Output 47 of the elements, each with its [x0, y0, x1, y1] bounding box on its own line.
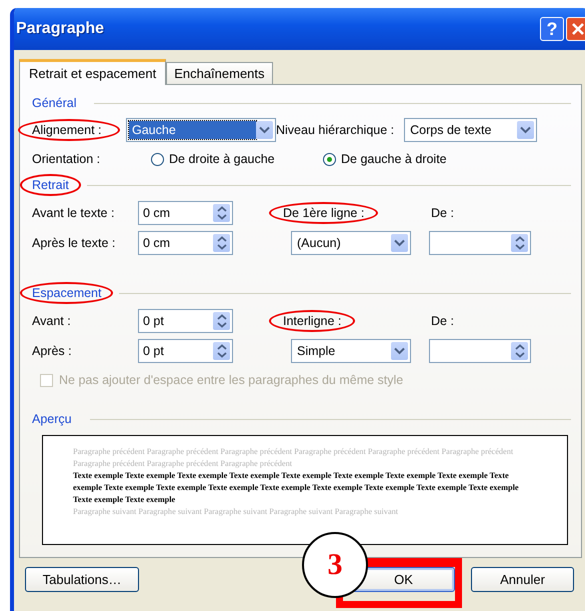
spin-arrows-icon[interactable] — [511, 342, 528, 360]
section-title: Général — [31, 95, 78, 112]
spin-arrows-icon[interactable] — [213, 312, 230, 330]
spin-field[interactable] — [429, 231, 531, 255]
spin-field[interactable]: 0 cm — [138, 201, 233, 225]
window-title: Paragraphe — [16, 20, 106, 38]
field-label: De : — [430, 205, 455, 222]
dialog-button[interactable]: Tabulations… — [25, 567, 139, 592]
spin-field[interactable]: 0 cm — [138, 231, 233, 255]
radio-button-icon[interactable] — [323, 152, 336, 166]
field-label: Orientation : — [31, 151, 102, 168]
checkbox-label: Ne pas ajouter d'espace entre les paragraphes du même style — [59, 373, 404, 387]
spin-arrows-icon[interactable] — [213, 234, 230, 252]
spin-arrows-icon[interactable] — [213, 204, 230, 222]
field-label: Alignement : — [18, 119, 120, 141]
alignment-dropdown[interactable]: Gauche — [126, 118, 276, 142]
field-label: Avant le texte : — [31, 205, 116, 222]
field-label: Après le texte : — [31, 235, 116, 252]
spin-arrows-icon[interactable] — [213, 342, 230, 360]
preview-text: Paragraphe précédent Paragraphe précédent Paragraphe précédent Paragraphe précédent Paragraphe précédent Paragraphe précédent Paragraphe précédent Paragraphe précédent Paragraphe précédent — [73, 446, 514, 470]
section-title: Aperçu — [31, 411, 73, 428]
special-indent-dropdown[interactable]: (Aucun) — [291, 231, 411, 255]
dialog-button[interactable]: Annuler — [471, 567, 574, 592]
preview-text: Paragraphe suivant Paragraphe suivant Paragraphe suivant Paragraphe suivant Paragraphe suivant — [73, 506, 400, 518]
radio-button-icon[interactable] — [151, 152, 164, 166]
outline-level-dropdown[interactable]: Corps de texte — [404, 118, 538, 142]
field-label: De 1ère ligne : — [269, 202, 378, 224]
spin-field[interactable]: 0 pt — [138, 339, 233, 363]
spin-field[interactable]: 0 pt — [138, 309, 233, 333]
field-label: Après : — [31, 343, 73, 360]
radio-option[interactable]: De gauche à droite — [323, 152, 495, 166]
spin-arrows-icon[interactable] — [511, 234, 528, 252]
section-title: Espacement — [20, 282, 114, 304]
field-label: Avant : — [31, 313, 72, 330]
tab[interactable]: Retrait et espacement — [19, 59, 166, 85]
field-label: Niveau hiérarchique : — [275, 122, 396, 139]
spin-field[interactable] — [429, 339, 531, 363]
close-button[interactable] — [566, 17, 585, 41]
help-button[interactable]: ? — [540, 17, 564, 41]
close-icon[interactable] — [570, 21, 585, 37]
radio-option[interactable]: De droite à gauche — [151, 152, 323, 166]
preview-text: Texte exemple Texte exemple Texte exemple Texte exemple Texte exemple Texte exemple Texte exemple Texte exemple Texte exemple Texte exemple Texte exemple Texte exemple Texte exemple Texte exemple Texte exemple Texte exemple Texte exemple Texte exemple Texte exemple — [73, 470, 520, 506]
field-label: Interligne : — [269, 310, 356, 332]
line-spacing-dropdown[interactable]: Simple — [291, 339, 411, 363]
section-title: Retrait — [20, 174, 81, 196]
field-label: De : — [430, 313, 455, 330]
tab[interactable]: Enchaînements — [166, 62, 273, 84]
